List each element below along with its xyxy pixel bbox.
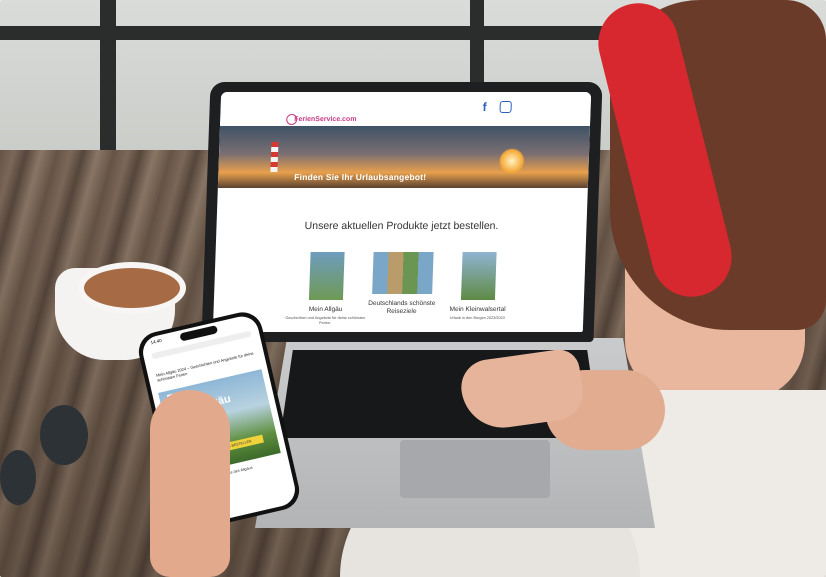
- product-cover[interactable]: [460, 252, 497, 300]
- hero-text: Finden Sie Ihr Urlaubsangebot!: [294, 172, 427, 182]
- site-header: FerienService.com f: [220, 92, 592, 126]
- person-hand: [150, 390, 230, 577]
- sunglasses-lens: [0, 450, 36, 505]
- lighthouse: [270, 142, 279, 172]
- phone-time: 14:40: [150, 337, 163, 346]
- facebook-icon[interactable]: f: [482, 100, 486, 114]
- product-card[interactable]: Mein Allgäu Geschichten und Angebote für…: [285, 252, 368, 326]
- product-title[interactable]: Mein Allgäu: [285, 306, 365, 314]
- site-logo[interactable]: FerienService.com: [294, 116, 357, 123]
- laptop-trackpad: [400, 440, 550, 498]
- sunglasses-lens: [40, 405, 88, 465]
- instagram-icon[interactable]: [499, 101, 512, 113]
- product-subtitle: Geschichten und Angebote für deine schön…: [285, 316, 366, 325]
- product-title[interactable]: Mein Kleinwalsertal: [437, 306, 517, 314]
- coffee: [78, 262, 186, 314]
- photo-scene: FerienService.com f Finden Sie Ihr Urlau…: [0, 0, 826, 577]
- product-cover[interactable]: [308, 252, 345, 300]
- product-subtitle: Urlaub in den Bergen 2023/2024: [449, 316, 505, 320]
- product-card[interactable]: Mein Kleinwalsertal Urlaub in den Bergen…: [437, 252, 519, 321]
- products-headline: Unsere aktuellen Produkte jetzt bestelle…: [304, 220, 499, 232]
- product-cover[interactable]: [372, 252, 434, 294]
- laptop-screen: FerienService.com f Finden Sie Ihr Urlau…: [212, 92, 592, 332]
- window-frame-rail: [0, 26, 610, 40]
- product-card[interactable]: Deutschlands schönste Reiseziele: [361, 252, 443, 316]
- product-title[interactable]: Deutschlands schönste Reiseziele: [361, 300, 442, 316]
